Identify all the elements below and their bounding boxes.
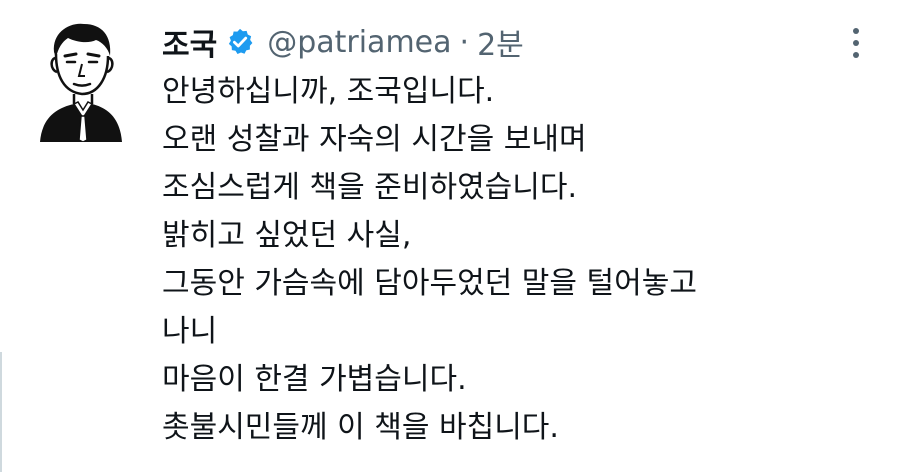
left-edge-divider xyxy=(0,352,2,472)
tweet-text-line: 나니 xyxy=(162,314,218,349)
separator-dot: · xyxy=(459,24,470,60)
tweet-text-line: 오랜 성찰과 자숙의 시간을 보내며 xyxy=(162,122,587,157)
user-handle[interactable]: @patriamea xyxy=(267,25,451,60)
avatar[interactable] xyxy=(36,18,124,142)
more-vertical-icon[interactable] xyxy=(846,26,866,60)
tweet-text-line: 그동안 가슴속에 담아두었던 말을 털어놓고 xyxy=(162,266,697,301)
tweet-text: 안녕하십니까, 조국입니다. 오랜 성찰과 자숙의 시간을 보내며 조심스럽게 … xyxy=(162,68,862,452)
tweet-text-line: 밝히고 싶었던 사실, xyxy=(162,218,412,253)
tweet-text-line: 안녕하십니까, 조국입니다. xyxy=(162,74,495,109)
tweet-text-line: 조심스럽게 책을 준비하였습니다. xyxy=(162,170,578,205)
display-name[interactable]: 조국 xyxy=(162,20,217,64)
timestamp[interactable]: 2분 xyxy=(477,20,524,64)
tweet-text-line: 마음이 한결 가볍습니다. xyxy=(162,362,467,397)
tweet-text-line: 촛불시민들께 이 책을 바칩니다. xyxy=(162,410,559,445)
tweet-header: 조국 @patriamea · 2분 xyxy=(162,20,524,64)
verified-badge-icon xyxy=(229,28,253,54)
